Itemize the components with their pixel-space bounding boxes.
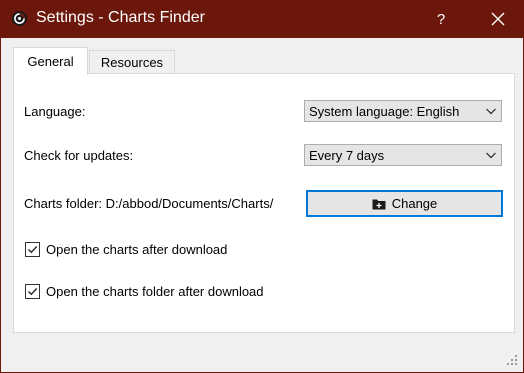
open-folder-checkbox[interactable] bbox=[25, 284, 40, 299]
title-bar[interactable]: Settings - Charts Finder ? bbox=[1, 0, 524, 38]
tab-general-label: General bbox=[27, 54, 74, 69]
change-folder-button-label: Change bbox=[391, 196, 438, 211]
language-select[interactable]: System language: English bbox=[304, 100, 502, 122]
chevron-down-icon bbox=[486, 108, 496, 115]
charts-folder-label-text: Charts folder: bbox=[24, 196, 103, 211]
checkmark-icon bbox=[28, 246, 38, 254]
app-logo-icon bbox=[12, 11, 27, 26]
close-icon bbox=[491, 12, 505, 26]
open-charts-checkbox[interactable] bbox=[25, 242, 40, 257]
charts-folder-path: D:/abbod/Documents/Charts/ bbox=[105, 196, 274, 211]
updates-label: Check for updates: bbox=[24, 148, 134, 163]
language-select-value: System language: English bbox=[309, 103, 460, 119]
updates-select[interactable]: Every 7 days bbox=[304, 144, 502, 166]
tab-general[interactable]: General bbox=[13, 47, 88, 75]
language-label: Language: bbox=[24, 104, 86, 119]
open-folder-checkbox-label[interactable]: Open the charts folder after download bbox=[46, 284, 264, 299]
tab-resources-label: Resources bbox=[100, 55, 164, 70]
resize-grip-icon[interactable] bbox=[506, 354, 518, 366]
settings-window: Settings - Charts Finder ? General Resou… bbox=[0, 0, 524, 373]
chevron-down-icon bbox=[486, 152, 496, 159]
folder-add-icon bbox=[372, 199, 386, 209]
general-tab-panel: Language: System language: English Check… bbox=[13, 73, 515, 333]
help-button[interactable]: ? bbox=[423, 0, 459, 38]
tab-resources[interactable]: Resources bbox=[89, 50, 175, 74]
change-folder-button[interactable]: Change bbox=[306, 190, 503, 217]
checkmark-icon bbox=[28, 288, 38, 296]
charts-folder-label: Charts folder: D:/abbod/Documents/Charts… bbox=[24, 196, 273, 211]
open-charts-checkbox-label[interactable]: Open the charts after download bbox=[46, 242, 227, 257]
close-button[interactable] bbox=[477, 0, 519, 38]
updates-select-value: Every 7 days bbox=[309, 147, 385, 163]
help-icon: ? bbox=[436, 10, 446, 28]
window-title: Settings - Charts Finder bbox=[36, 9, 205, 26]
